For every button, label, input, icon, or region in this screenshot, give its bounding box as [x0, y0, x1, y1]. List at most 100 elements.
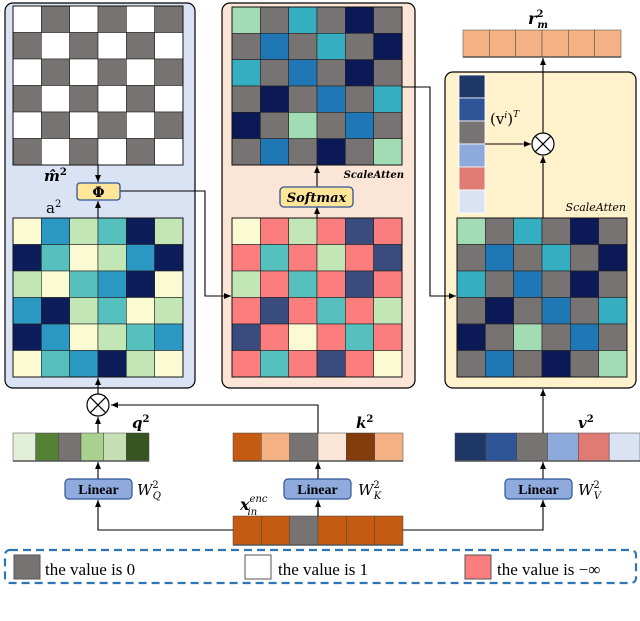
wv-label: W2 V [578, 480, 603, 502]
matrix-cell [12, 350, 42, 378]
matrix-cell [288, 112, 318, 139]
matrix-cell [485, 297, 514, 325]
r-vector [462, 29, 622, 58]
matrix-cell [541, 270, 571, 298]
matrix-cell [12, 244, 42, 272]
matrix-cell [345, 244, 374, 272]
matrix-cell [513, 350, 543, 378]
vector-cell [608, 432, 640, 462]
matrix-cell [41, 58, 70, 86]
matrix-cell [316, 270, 346, 298]
matrix-cell [41, 138, 70, 166]
phi-label: Φ [92, 185, 104, 201]
matrix-cell [485, 270, 514, 298]
matrix-cell [373, 217, 403, 245]
legend-swatch [464, 554, 492, 580]
attention-score-matrix [12, 217, 184, 378]
matrix-cell [231, 350, 261, 378]
diagram: Φ Softmax Linear Linear Linear m̂2 a2 Scal… [0, 0, 640, 621]
matrix-cell [288, 6, 318, 34]
matrix-cell [41, 32, 70, 60]
matrix-cell [97, 244, 127, 272]
matrix-cell [373, 6, 403, 34]
matrix-cell [69, 244, 99, 272]
matrix-cell [345, 323, 374, 351]
matrix-cell [97, 323, 127, 351]
matrix-cell [513, 323, 543, 351]
matrix-cell [41, 323, 70, 351]
matrix-cell [598, 244, 628, 272]
matrix-cell [231, 297, 261, 325]
matrix-cell [345, 350, 374, 378]
matrix-cell [12, 5, 42, 33]
vector-cell [458, 97, 486, 122]
vector-cell [547, 432, 579, 462]
matrix-cell [126, 111, 155, 139]
vector-cell [489, 29, 516, 58]
vector-cell [594, 29, 622, 58]
matrix-cell [97, 270, 127, 298]
matrix-cell [260, 59, 289, 87]
matrix-cell [260, 217, 289, 245]
k-vector [232, 432, 404, 462]
matrix-cell [598, 217, 628, 245]
matrix-cell [231, 85, 261, 113]
matrix-cell [154, 138, 184, 166]
matrix-cell [316, 33, 346, 60]
vector-cell [232, 432, 262, 462]
matrix-cell [373, 350, 403, 378]
matrix-cell [456, 244, 486, 272]
matrix-cell [154, 323, 184, 351]
matrix-cell [41, 270, 70, 298]
vector-cell [12, 432, 36, 462]
linear-layer-box: Linear [283, 478, 352, 500]
matrix-cell [288, 85, 318, 113]
matrix-cell [97, 297, 127, 325]
matrix-cell [69, 217, 99, 245]
matrix-cell [97, 138, 127, 166]
matrix-cell [570, 323, 599, 351]
matrix-cell [69, 297, 99, 325]
matrix-cell [288, 59, 318, 87]
matrix-cell [12, 270, 42, 298]
matrix-cell [513, 297, 543, 325]
matrix-cell [260, 270, 289, 298]
matrix-cell [456, 217, 486, 245]
softmax-label: Softmax [287, 191, 347, 206]
matrix-cell [69, 58, 99, 86]
matrix-cell [345, 85, 374, 113]
vector-cell [126, 432, 150, 462]
matrix-cell [41, 297, 70, 325]
matrix-cell [541, 323, 571, 351]
vector-cell [458, 189, 486, 214]
matrix-cell [345, 297, 374, 325]
matrix-cell [316, 217, 346, 245]
linear-label: Linear [78, 483, 118, 498]
matrix-cell [97, 217, 127, 245]
matrix-cell [12, 111, 42, 139]
vector-cell [568, 29, 595, 58]
matrix-cell [126, 323, 155, 351]
v-label: v2 [578, 414, 594, 432]
matrix-cell [231, 217, 261, 245]
matrix-cell [231, 112, 261, 139]
matrix-cell [231, 323, 261, 351]
matrix-cell [69, 270, 99, 298]
matrix-cell [97, 5, 127, 33]
matrix-cell [345, 33, 374, 60]
matrix-cell [260, 350, 289, 378]
matrix-cell [373, 33, 403, 60]
q-vector [12, 432, 150, 462]
matrix-cell [598, 297, 628, 325]
vector-cell [458, 74, 486, 99]
matrix-cell [288, 350, 318, 378]
matrix-cell [541, 217, 571, 245]
vector-cell [458, 120, 486, 145]
matrix-cell [69, 111, 99, 139]
matrix-cell [260, 6, 289, 34]
masked-score-matrix [231, 217, 403, 378]
matrix-cell [316, 6, 346, 34]
matrix-cell [260, 85, 289, 113]
matrix-cell [316, 85, 346, 113]
matrix-cell [345, 217, 374, 245]
